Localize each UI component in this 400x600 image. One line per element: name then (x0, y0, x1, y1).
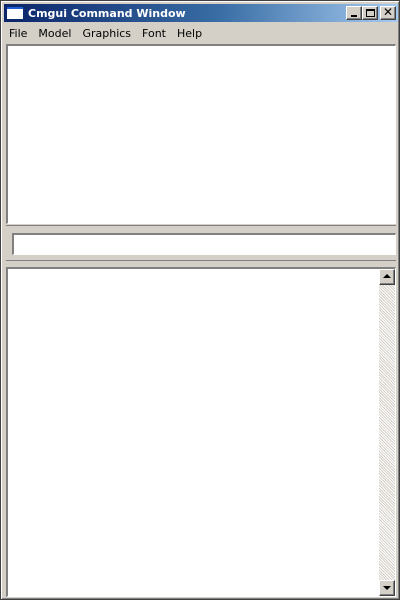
output-vertical-scrollbar[interactable] (379, 269, 395, 596)
command-output-pane[interactable] (6, 267, 396, 597)
command-history-pane[interactable] (6, 44, 396, 224)
close-button[interactable]: ✕ (380, 5, 396, 20)
minimize-icon (351, 15, 357, 17)
window-title: Cmgui Command Window (28, 6, 186, 20)
scroll-up-button[interactable] (379, 269, 395, 285)
command-input-area (6, 225, 396, 261)
close-icon: ✕ (382, 5, 394, 19)
title-bar[interactable]: Cmgui Command Window ✕ (4, 4, 398, 22)
menu-model[interactable]: Model (33, 27, 76, 40)
minimize-button[interactable] (346, 6, 362, 20)
command-input[interactable] (12, 233, 396, 255)
maximize-icon (366, 9, 375, 17)
cmgui-command-window: Cmgui Command Window ✕ File Model Graphi… (0, 0, 400, 600)
scroll-down-button[interactable] (379, 580, 395, 596)
menu-bar: File Model Graphics Font Help (4, 24, 398, 42)
menu-graphics[interactable]: Graphics (77, 27, 136, 40)
menu-help[interactable]: Help (172, 27, 207, 40)
scroll-down-arrow-icon (383, 586, 391, 590)
scroll-up-arrow-icon (383, 274, 391, 278)
maximize-button[interactable] (362, 6, 378, 20)
title-bar-buttons: ✕ (346, 5, 396, 20)
window-app-icon[interactable] (7, 7, 23, 19)
menu-file[interactable]: File (4, 27, 32, 40)
menu-font[interactable]: Font (137, 27, 171, 40)
